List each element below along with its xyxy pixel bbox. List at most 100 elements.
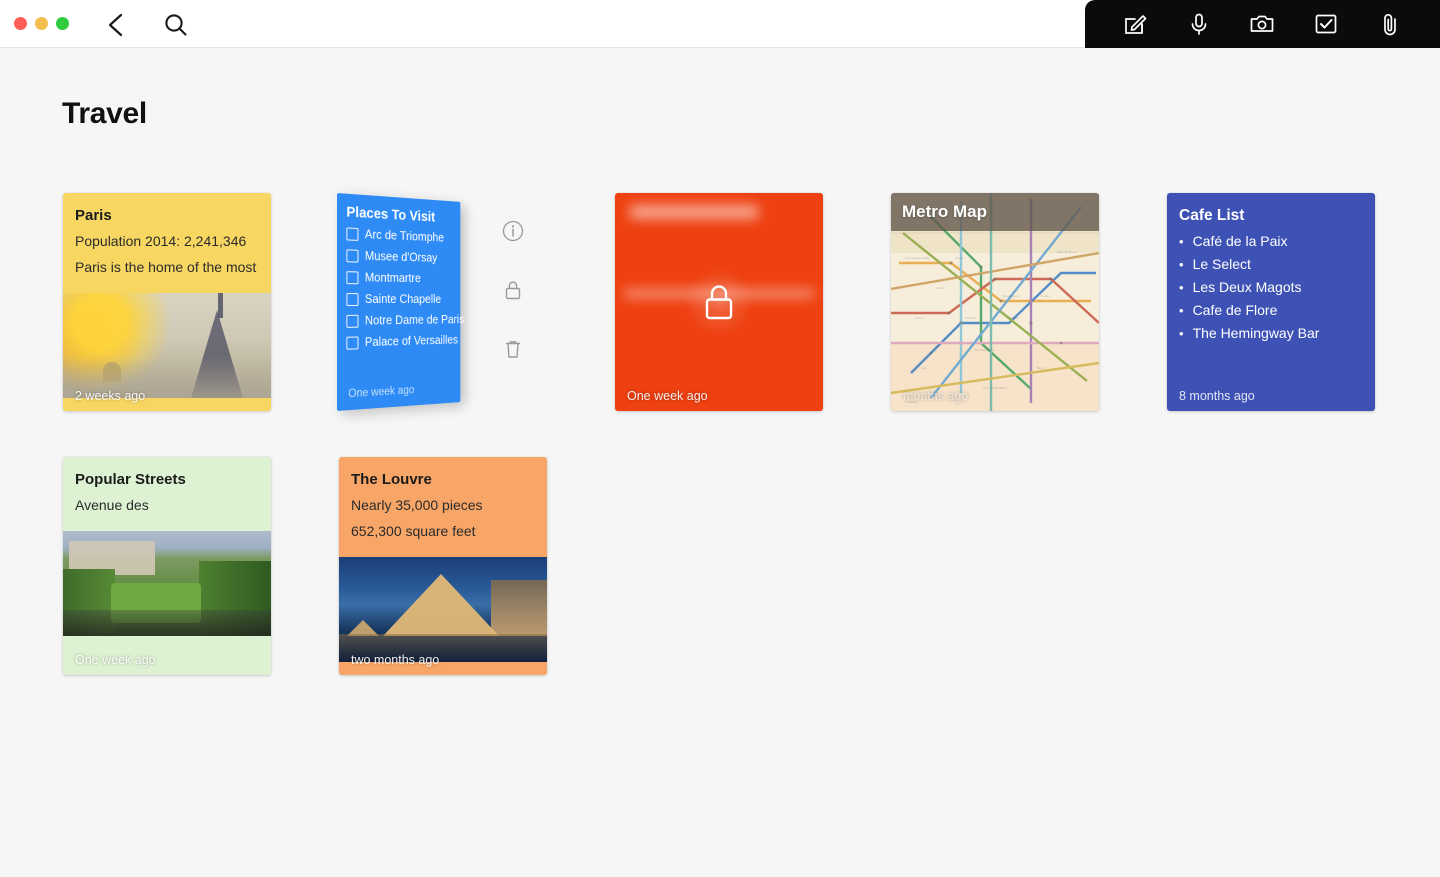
svg-text:Passy: Passy (915, 316, 924, 320)
window-titlebar (0, 0, 1440, 48)
camera-icon[interactable] (1245, 7, 1279, 41)
svg-text:Bercy: Bercy (1037, 366, 1045, 370)
svg-text:Opera: Opera (955, 256, 964, 260)
checkbox-icon[interactable] (346, 336, 358, 349)
list-item-label: Les Deux Magots (1193, 279, 1302, 295)
svg-text:Cite Universitaire: Cite Universitaire (983, 386, 1007, 390)
lock-icon[interactable] (500, 277, 526, 303)
note-card-places-to-visit[interactable]: Places To Visit Arc de Triomphe Musee d'… (337, 193, 460, 411)
card-action-strip (498, 218, 528, 362)
lock-icon (684, 267, 754, 337)
card-timestamp: One week ago (627, 389, 708, 403)
svg-text:Montparnasse: Montparnasse (975, 348, 995, 352)
card-text-area: Cafe List • Café de la Paix • Le Select … (1167, 193, 1375, 356)
traffic-lights (14, 17, 69, 30)
trash-icon[interactable] (500, 336, 526, 362)
card-line-2: 652,300 square feet (351, 523, 535, 540)
card-title: Cafe List (1179, 207, 1363, 225)
checklist-icon[interactable] (1309, 7, 1343, 41)
palace-shape (491, 580, 547, 636)
attachment-icon[interactable] (1373, 7, 1407, 41)
note-card-popular-streets[interactable]: Popular Streets Avenue des One week ago (63, 457, 271, 675)
close-window-button[interactable] (14, 17, 27, 30)
checklist-item-label: Notre Dame de Paris (365, 313, 464, 328)
bullet-icon: • (1179, 258, 1184, 271)
checklist-item-label: Montmartre (365, 271, 421, 285)
card-title: Paris (75, 207, 259, 224)
checklist-item-label: Arc de Triomphe (365, 227, 444, 244)
card-timestamp: 2 weeks ago (75, 389, 145, 403)
list-item-label: Café de la Paix (1193, 233, 1288, 249)
card-timestamp: One week ago (348, 385, 414, 401)
svg-text:Republique: Republique (1003, 294, 1019, 298)
card-line-1: Avenue des (75, 497, 259, 514)
back-button[interactable] (100, 9, 132, 41)
bullet-icon: • (1179, 304, 1184, 317)
checklist-item[interactable]: Palace of Versailles (346, 333, 452, 349)
svg-text:Bastille: Bastille (1009, 316, 1019, 320)
note-card-locked[interactable]: One week ago (615, 193, 823, 411)
svg-text:Issy: Issy (921, 366, 927, 370)
card-timestamp: 8 months ago (1179, 389, 1255, 403)
list-item-label: Cafe de Flore (1193, 302, 1278, 318)
card-photo-eiffel-tower (63, 293, 271, 398)
checklist-item[interactable]: Notre Dame de Paris (346, 313, 452, 328)
card-text-area: Places To Visit Arc de Triomphe Musee d'… (337, 193, 460, 350)
card-text-area: Popular Streets Avenue des (63, 457, 271, 531)
checklist-item-label: Musee d'Orsay (365, 249, 437, 265)
list-item: • The Hemingway Bar (1179, 325, 1363, 341)
page-title: Travel (62, 97, 147, 131)
card-title: Places To Visit (346, 205, 452, 227)
card-timestamp: two months ago (351, 653, 439, 667)
checkbox-icon[interactable] (346, 271, 358, 284)
svg-text:Gare du Nord: Gare du Nord (1057, 250, 1076, 254)
card-line-1: Population 2014: 2,241,346 (75, 233, 259, 250)
card-timestamp: One week ago (75, 653, 156, 667)
svg-text:Charles de Gaulle: Charles de Gaulle (905, 256, 930, 260)
note-card-metro-map[interactable]: Charles de Gaulle Opera Republique Nation … (891, 193, 1099, 411)
bullet-icon: • (1179, 235, 1184, 248)
action-toolbar (1085, 0, 1440, 48)
list-item-label: The Hemingway Bar (1193, 325, 1320, 341)
card-line-2: Paris is the home of the most (75, 259, 259, 276)
svg-text:Etoile: Etoile (937, 286, 945, 290)
microphone-icon[interactable] (1182, 7, 1216, 41)
card-text-area: Paris Population 2014: 2,241,346 Paris i… (63, 193, 271, 293)
card-line-1: Nearly 35,000 pieces (351, 497, 535, 514)
search-icon (163, 12, 189, 38)
note-card-cafe-list[interactable]: Cafe List • Café de la Paix • Le Select … (1167, 193, 1375, 411)
card-photo-park (63, 531, 271, 636)
back-chevron-icon (106, 12, 126, 38)
card-title: Popular Streets (75, 471, 259, 488)
note-card-the-louvre[interactable]: The Louvre Nearly 35,000 pieces 652,300 … (339, 457, 547, 675)
checklist-item[interactable]: Musee d'Orsay (346, 248, 452, 265)
crowd-shadow (63, 610, 271, 636)
checklist-item[interactable]: Sainte Chapelle (346, 292, 452, 306)
pyramid-shape (383, 574, 499, 636)
list-item-label: Le Select (1193, 256, 1251, 272)
bullet-icon: • (1179, 327, 1184, 340)
list-item: • Les Deux Magots (1179, 279, 1363, 295)
card-title: Metro Map (902, 202, 987, 222)
svg-text:Nation: Nation (1041, 294, 1050, 298)
checkbox-icon[interactable] (346, 293, 358, 306)
checkbox-icon[interactable] (346, 314, 358, 327)
checklist-item[interactable]: Montmartre (346, 270, 452, 285)
compose-icon[interactable] (1118, 7, 1152, 41)
card-text-area: The Louvre Nearly 35,000 pieces 652,300 … (339, 457, 547, 557)
minimize-window-button[interactable] (35, 17, 48, 30)
card-timestamp: months ago (903, 389, 968, 403)
checklist-item-label: Sainte Chapelle (365, 292, 441, 306)
checkbox-icon[interactable] (346, 227, 358, 240)
svg-text:Chatelet: Chatelet (965, 316, 977, 320)
note-card-paris[interactable]: Paris Population 2014: 2,241,346 Paris i… (63, 193, 271, 411)
checkbox-icon[interactable] (346, 249, 358, 262)
info-icon[interactable] (500, 218, 526, 244)
checklist-item[interactable]: Arc de Triomphe (346, 226, 452, 244)
list-item: • Le Select (1179, 256, 1363, 272)
blurred-title (629, 205, 759, 219)
zoom-window-button[interactable] (56, 17, 69, 30)
list-item: • Café de la Paix (1179, 233, 1363, 249)
search-button[interactable] (159, 8, 193, 42)
card-title: The Louvre (351, 471, 535, 488)
